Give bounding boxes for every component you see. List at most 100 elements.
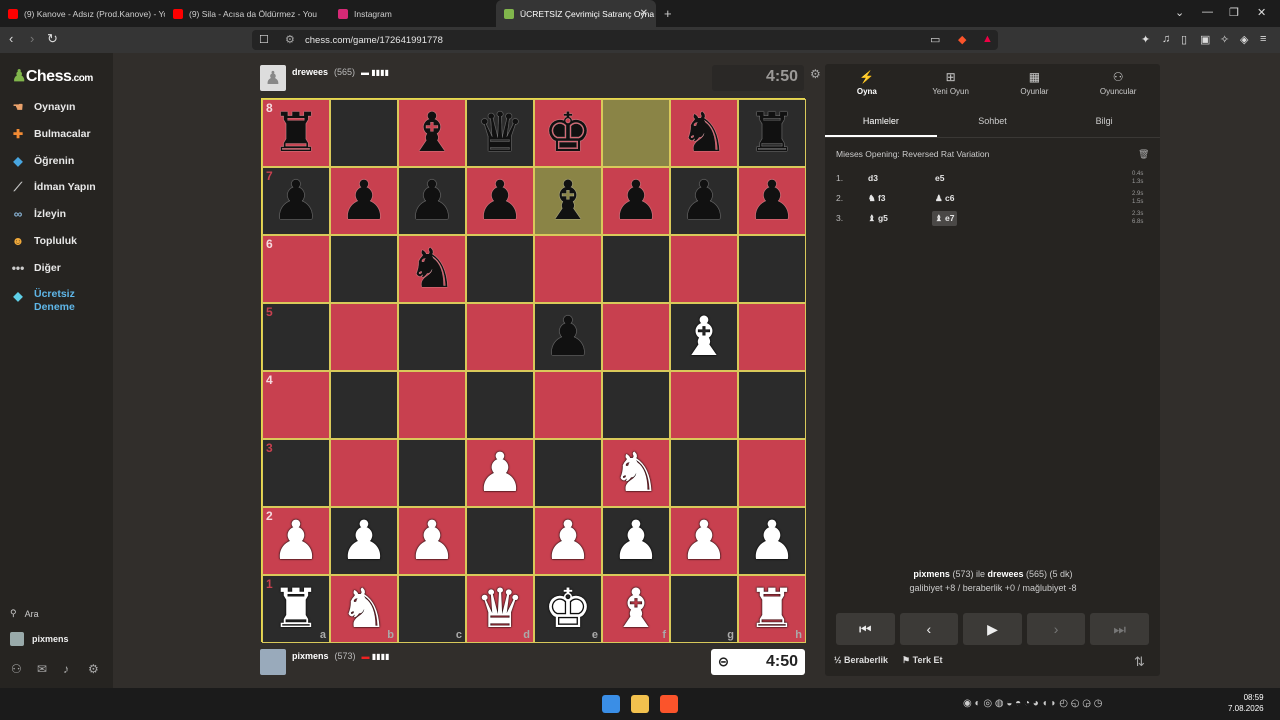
square-h2[interactable]: ♟ — [738, 507, 806, 575]
black-pawn-icon[interactable]: ♟ — [408, 174, 456, 228]
square-f8[interactable] — [602, 99, 670, 167]
square-a8[interactable]: 8 ♜ — [262, 99, 330, 167]
menu-icon[interactable]: ≡ — [1260, 33, 1266, 45]
new-tab-button[interactable]: + — [664, 6, 672, 21]
move-white[interactable]: ♝ g5 — [868, 213, 888, 224]
black-knight-icon[interactable]: ♞ — [408, 242, 456, 296]
square-e4[interactable] — [534, 371, 602, 439]
black-bishop-icon[interactable]: ♝ — [544, 174, 592, 228]
tab-new-game[interactable]: ⊞ Yeni Oyun — [909, 64, 993, 102]
square-d5[interactable] — [466, 303, 534, 371]
white-pawn-icon[interactable]: ♟ — [408, 514, 456, 568]
black-bishop-icon[interactable]: ♝ — [408, 106, 456, 160]
sidebar-icon[interactable]: ▯ — [1181, 33, 1187, 46]
white-pawn-icon[interactable]: ♟ — [748, 514, 796, 568]
tab-list-icon[interactable]: ⌄ — [1175, 6, 1184, 19]
move-black-current[interactable]: ♝ e7 — [932, 211, 958, 226]
square-b4[interactable] — [330, 371, 398, 439]
square-d3[interactable]: ♟ — [466, 439, 534, 507]
next-move-button[interactable]: › — [1026, 613, 1086, 645]
site-info-icon[interactable]: ⚙ — [285, 33, 295, 46]
browser-tab-2[interactable]: (9) Sila - Acısa da Öldürmez - You — [165, 0, 330, 27]
square-h5[interactable] — [738, 303, 806, 371]
close-tab-icon[interactable]: ✕ — [640, 8, 648, 19]
subtab-info[interactable]: Bilgi — [1048, 106, 1160, 137]
tab-players[interactable]: ⚇ Oyuncular — [1076, 64, 1160, 102]
flip-board-icon[interactable]: ⇅ — [1134, 654, 1145, 670]
square-e5[interactable]: ♟ — [534, 303, 602, 371]
forward-icon[interactable]: › — [30, 31, 34, 46]
black-rook-icon[interactable]: ♜ — [272, 106, 320, 160]
square-e7[interactable]: ♝ — [534, 167, 602, 235]
square-e1[interactable]: e ♚ — [534, 575, 602, 643]
white-knight-icon[interactable]: ♞ — [612, 446, 660, 500]
black-queen-icon[interactable]: ♛ — [476, 106, 524, 160]
square-f7[interactable]: ♟ — [602, 167, 670, 235]
square-f6[interactable] — [602, 235, 670, 303]
player-name[interactable]: pixmens — [292, 651, 329, 661]
sidebar-item-train[interactable]: ⟋ İdman Yapın — [10, 179, 96, 195]
move-black[interactable]: e5 — [932, 171, 947, 185]
square-d2[interactable] — [466, 507, 534, 575]
settings-icon[interactable]: ⚙ — [88, 662, 99, 676]
chess-board[interactable]: 8 ♜ ♝ ♛ ♚ ♞ ♜ 7 ♟ ♟ ♟ ♟ ♝ ♟ ♟ ♟ 6 ♞ 5 ♟ ♝ 4 3 ♟ ♞ 2 ♟ ♟ ♟ ♟ ♟ ♟ ♟ 1 a ♜ b ♞ c d… — [261, 98, 806, 643]
square-c8[interactable]: ♝ — [398, 99, 466, 167]
close-window-icon[interactable]: ✕ — [1257, 6, 1266, 19]
maximize-icon[interactable]: ❐ — [1229, 6, 1239, 19]
browser-tab-active[interactable]: ÜCRETSİZ Çevrimiçi Satranç Oyna ✕ — [496, 0, 656, 27]
resign-button[interactable]: ⚑ Terk Et — [902, 655, 942, 666]
brave-rewards-icon[interactable]: ▲ — [982, 33, 993, 45]
vpn-icon[interactable]: ◈ — [1240, 33, 1248, 46]
draw-button[interactable]: ½ Beraberlik — [834, 655, 888, 666]
black-pawn-icon[interactable]: ♟ — [340, 174, 388, 228]
square-g6[interactable] — [670, 235, 738, 303]
square-c6[interactable]: ♞ — [398, 235, 466, 303]
square-e6[interactable] — [534, 235, 602, 303]
brave-browser-icon[interactable] — [660, 695, 678, 713]
square-a2[interactable]: 2 ♟ — [262, 507, 330, 575]
square-a7[interactable]: 7 ♟ — [262, 167, 330, 235]
square-d6[interactable] — [466, 235, 534, 303]
square-h7[interactable]: ♟ — [738, 167, 806, 235]
square-h4[interactable] — [738, 371, 806, 439]
square-h8[interactable]: ♜ — [738, 99, 806, 167]
square-b5[interactable] — [330, 303, 398, 371]
square-a3[interactable]: 3 — [262, 439, 330, 507]
square-b1[interactable]: b ♞ — [330, 575, 398, 643]
cast-icon[interactable]: ▭ — [930, 33, 940, 46]
file-explorer-icon[interactable] — [631, 695, 649, 713]
reload-icon[interactable]: ↻ — [47, 31, 58, 47]
minimize-icon[interactable]: — — [1202, 6, 1213, 18]
leo-icon[interactable]: ✧ — [1220, 33, 1229, 46]
black-rook-icon[interactable]: ♜ — [748, 106, 796, 160]
back-icon[interactable]: ‹ — [9, 31, 13, 46]
subtab-chat[interactable]: Sohbet — [937, 106, 1049, 137]
white-pawn-icon[interactable]: ♟ — [476, 446, 524, 500]
square-e8[interactable]: ♚ — [534, 99, 602, 167]
square-g5[interactable]: ♝ — [670, 303, 738, 371]
music-icon[interactable]: ♫ — [1162, 33, 1170, 45]
last-move-button[interactable]: ⏭ — [1090, 613, 1149, 645]
black-knight-icon[interactable]: ♞ — [680, 106, 728, 160]
bookmark-icon[interactable]: ☐ — [259, 33, 269, 46]
tray-icons[interactable]: ◉ ◐ ◎ ◍ ◒ ◓ ◔ ◕ ◖ ◗ ◴ ◵ ◶ ◷ — [963, 698, 1102, 709]
square-f1[interactable]: f ♝ — [602, 575, 670, 643]
square-d1[interactable]: d ♛ — [466, 575, 534, 643]
square-f2[interactable]: ♟ — [602, 507, 670, 575]
board-settings-icon[interactable]: ⚙ — [810, 67, 821, 81]
messages-icon[interactable]: ✉ — [37, 662, 47, 676]
white-pawn-icon[interactable]: ♟ — [272, 514, 320, 568]
opponent-avatar[interactable]: ♟ — [260, 65, 286, 91]
square-g1[interactable]: g — [670, 575, 738, 643]
wallet-icon[interactable]: ▣ — [1200, 33, 1210, 46]
sidebar-item-watch[interactable]: ∞ İzleyin — [10, 206, 66, 222]
chess-com-logo[interactable]: ♟Chess.com — [12, 66, 93, 86]
square-a4[interactable]: 4 — [262, 371, 330, 439]
white-pawn-icon[interactable]: ♟ — [680, 514, 728, 568]
square-g8[interactable]: ♞ — [670, 99, 738, 167]
sidebar-user[interactable]: pixmens — [10, 632, 69, 646]
square-c7[interactable]: ♟ — [398, 167, 466, 235]
square-a5[interactable]: 5 — [262, 303, 330, 371]
extensions-icon[interactable]: ✦ — [1141, 33, 1150, 46]
opening-name[interactable]: Mieses Opening: Reversed Rat Variation — [836, 149, 989, 159]
